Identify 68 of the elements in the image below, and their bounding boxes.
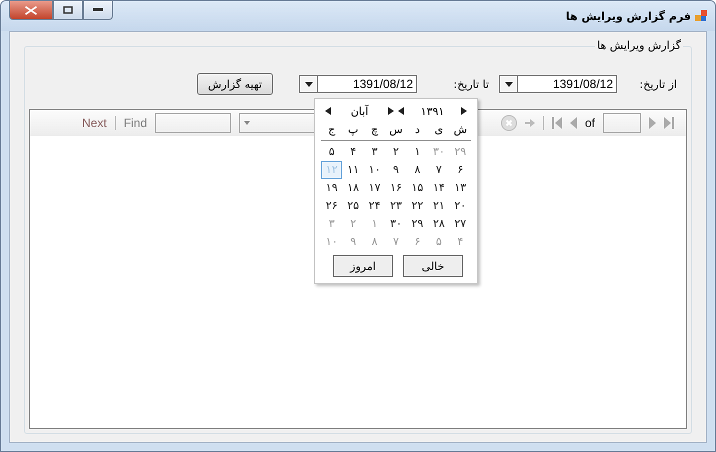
maximize-icon: [63, 6, 73, 14]
calendar-day[interactable]: ۸: [406, 161, 428, 179]
calendar-day[interactable]: ۲۰: [450, 197, 471, 215]
close-button[interactable]: [9, 1, 53, 20]
calendar-day[interactable]: ۱۸: [342, 179, 364, 197]
calendar-day[interactable]: ۱۴: [428, 179, 450, 197]
close-icon: [25, 6, 37, 14]
group-title: گزارش ویرایش ها: [595, 39, 683, 52]
next-year-icon[interactable]: [461, 107, 467, 115]
minimize-button[interactable]: [83, 1, 113, 20]
window-title: فرم گزارش ویرایش ها: [566, 10, 691, 22]
previous-year-icon[interactable]: [398, 107, 404, 115]
weekday-label: ج: [321, 120, 342, 141]
report-button[interactable]: تهیه گزارش: [197, 73, 273, 95]
weekday-label: پ: [342, 120, 364, 141]
calendar-day[interactable]: ۱۱: [342, 161, 364, 179]
app-icon: [695, 10, 707, 22]
dropdown-arrow-icon[interactable]: [304, 82, 312, 86]
calendar-day[interactable]: ۲۸: [428, 215, 450, 233]
find-link[interactable]: Find: [124, 116, 148, 130]
weekday-label: ش: [450, 120, 471, 141]
date-picker[interactable]: 1391/08/12: [499, 75, 617, 93]
calendar-button[interactable]: خالی: [403, 255, 463, 277]
calendar-day[interactable]: ۱: [406, 143, 428, 161]
weekday-label: س: [385, 120, 407, 141]
calendar-day[interactable]: ۲: [385, 143, 407, 161]
calendar-day[interactable]: ۲۱: [428, 197, 450, 215]
weekday-label: ی: [428, 120, 450, 141]
find-field[interactable]: [155, 113, 232, 133]
calendar-day[interactable]: ۲۷: [450, 215, 471, 233]
calendar-day[interactable]: ۴: [342, 143, 364, 161]
calendar-day[interactable]: ۱۵: [406, 179, 428, 197]
minimize-icon: [93, 8, 103, 12]
date-label: تا تاریخ:: [452, 78, 489, 90]
calendar-day[interactable]: ۳: [364, 143, 386, 161]
calendar-day[interactable]: ۲۶: [321, 197, 342, 215]
calendar-day[interactable]: ۱۶: [385, 179, 407, 197]
calendar-day[interactable]: ۱۹: [321, 179, 342, 197]
calendar-day[interactable]: ۲۹: [406, 215, 428, 233]
calendar-day[interactable]: ۲۴: [364, 197, 386, 215]
calendar-day[interactable]: ۳۰: [385, 215, 407, 233]
date-value: 1391/08/12: [552, 76, 614, 92]
dropdown-arrow-icon[interactable]: [504, 82, 512, 86]
calendar-year: ۱۳۹۱: [420, 104, 446, 118]
dropdown-arrow-icon: [244, 121, 250, 125]
calendar-button[interactable]: امروز: [333, 255, 393, 277]
calendar-day[interactable]: ۶: [450, 161, 471, 179]
calendar-day[interactable]: ۵: [321, 143, 342, 161]
previous-month-icon[interactable]: [325, 107, 331, 115]
calendar-day[interactable]: ۱۳: [450, 179, 471, 197]
calendar-day[interactable]: ۲۵: [342, 197, 364, 215]
page-field[interactable]: [603, 113, 641, 133]
weekday-label: چ: [364, 120, 386, 141]
next-link[interactable]: Next: [82, 116, 107, 130]
weekday-label: د: [406, 120, 428, 141]
date-picker[interactable]: 1391/08/12: [299, 75, 417, 93]
calendar-day[interactable]: ۱۰: [364, 161, 386, 179]
calendar-day[interactable]: ۲۳: [385, 197, 407, 215]
maximize-button[interactable]: [53, 1, 83, 20]
date-value: 1391/08/12: [352, 76, 414, 92]
calendar-month: آبان: [350, 104, 370, 118]
calendar-day[interactable]: ۲۲: [406, 197, 428, 215]
date-label: از تاریخ:: [638, 78, 677, 90]
next-month-icon[interactable]: [388, 107, 394, 115]
calendar-day[interactable]: ۹: [385, 161, 407, 179]
calendar-day[interactable]: ۱۷: [364, 179, 386, 197]
calendar-day[interactable]: ۷: [428, 161, 450, 179]
page-of-label: of: [584, 116, 595, 130]
